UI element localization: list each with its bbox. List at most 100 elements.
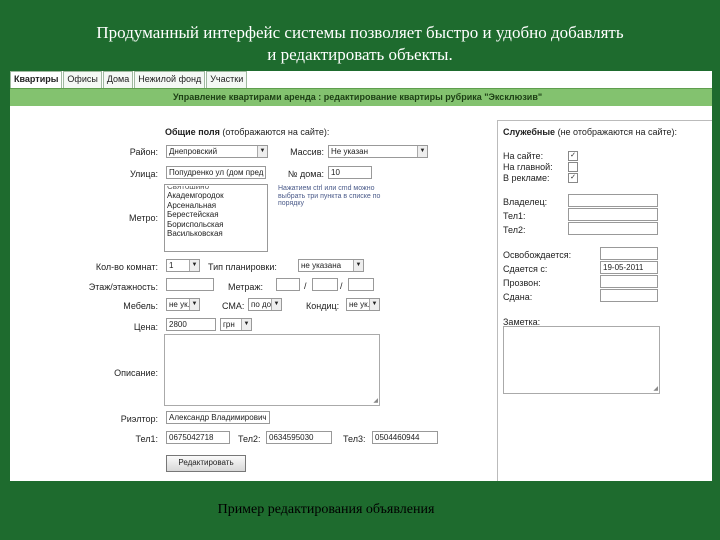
district-label: Район: xyxy=(129,147,158,157)
service-heading: Служебные (не отображаются на сайте): xyxy=(503,127,677,137)
rented-label: Сдана: xyxy=(503,292,533,302)
owner-label: Владелец: xyxy=(503,197,548,207)
area-separator-1: / xyxy=(304,281,307,291)
street-input[interactable]: Попудренко ул (дом пред xyxy=(166,166,266,179)
layout-type-select[interactable]: не указана ▼ xyxy=(298,259,364,272)
common-fields-note: (отображаются на сайте): xyxy=(222,127,330,137)
currency-select[interactable]: грн ▼ xyxy=(220,318,252,331)
description-textarea[interactable]: ◢ xyxy=(164,334,380,406)
floor-input[interactable] xyxy=(166,278,214,291)
owner-tel2-input[interactable] xyxy=(568,222,658,235)
tab-offices[interactable]: Офисы xyxy=(63,71,102,88)
checkmark-icon: ✓ xyxy=(570,174,576,181)
rooms-select[interactable]: 1 ▼ xyxy=(166,259,200,272)
house-number-input[interactable]: 10 xyxy=(328,166,372,179)
layout-type-value: не указана xyxy=(301,261,342,270)
metro-option[interactable]: Васильковская xyxy=(167,229,265,239)
main-page-label: На главной: xyxy=(503,162,553,172)
realtor-label: Риэлтор: xyxy=(120,414,158,424)
currency-value: грн xyxy=(223,320,235,329)
rent-from-label: Сдается с: xyxy=(503,264,548,274)
area-total-input[interactable] xyxy=(276,278,300,291)
tel1-label: Тел1: xyxy=(135,434,158,444)
tel1-input[interactable]: 0675042718 xyxy=(166,431,230,444)
district-select[interactable]: Днепровский ▼ xyxy=(166,145,268,158)
tab-houses[interactable]: Дома xyxy=(102,71,134,88)
ac-value: не ук. xyxy=(349,300,370,309)
on-site-checkbox[interactable]: ✓ xyxy=(568,151,578,161)
rented-input[interactable] xyxy=(600,289,658,302)
tab-commercial[interactable]: Нежилой фонд xyxy=(134,71,206,88)
metro-listbox[interactable]: Святошино Академгородок Арсенальная Бере… xyxy=(164,184,268,252)
slide-title-line1: Продуманный интерфейс системы позволяет … xyxy=(96,23,624,42)
furniture-select[interactable]: не ук. ▼ xyxy=(166,298,200,311)
area-kitchen-input[interactable] xyxy=(348,278,374,291)
chevron-down-icon: ▼ xyxy=(271,299,281,310)
tel3-input[interactable]: 0504460944 xyxy=(372,431,438,444)
rent-from-input[interactable]: 19-05-2011 xyxy=(600,261,658,274)
metro-option[interactable]: Арсенальная xyxy=(167,201,265,211)
tel3-label: Тел3: xyxy=(343,434,366,444)
checkmark-icon: ✓ xyxy=(570,152,576,159)
call-label: Прозвон: xyxy=(503,278,541,288)
slide-title: Продуманный интерфейс системы позволяет … xyxy=(0,22,720,66)
tel2-input[interactable]: 0634595030 xyxy=(266,431,332,444)
tab-land[interactable]: Участки xyxy=(206,71,248,88)
floor-label: Этаж/этажность: xyxy=(88,282,158,292)
chevron-down-icon: ▼ xyxy=(189,299,199,310)
chevron-down-icon: ▼ xyxy=(257,146,267,157)
owner-tel1-label: Тел1: xyxy=(503,211,526,221)
realtor-input[interactable]: Александр Владимирович xyxy=(166,411,270,424)
screenshot-window: Квартиры Офисы Дома Нежилой фонд Участки… xyxy=(10,71,712,481)
service-note: (не отображаются на сайте): xyxy=(557,127,678,137)
massif-select[interactable]: Не указан ▼ xyxy=(328,145,428,158)
chevron-down-icon: ▼ xyxy=(189,260,199,271)
ac-select[interactable]: не ук. ▼ xyxy=(346,298,380,311)
street-label: Улица: xyxy=(129,169,158,179)
chevron-down-icon: ▼ xyxy=(241,319,251,330)
price-label: Цена: xyxy=(133,322,158,332)
resize-grip-icon[interactable]: ◢ xyxy=(653,385,658,392)
chevron-down-icon: ▼ xyxy=(353,260,363,271)
ac-label: Кондиц: xyxy=(306,301,340,311)
chevron-down-icon: ▼ xyxy=(417,146,427,157)
rooms-label: Кол-во комнат: xyxy=(95,262,158,272)
resize-grip-icon[interactable]: ◢ xyxy=(373,397,378,404)
house-number-label: № дома: xyxy=(287,169,324,179)
washing-machine-select[interactable]: по дог ▼ xyxy=(248,298,282,311)
furniture-value: не ук. xyxy=(169,300,190,309)
free-from-label: Освобождается: xyxy=(503,250,572,260)
area-living-input[interactable] xyxy=(312,278,338,291)
district-value: Днепровский xyxy=(169,147,218,156)
slide-title-line2: и редактировать объекты. xyxy=(267,45,453,64)
common-fields-heading: Общие поля (отображаются на сайте): xyxy=(165,127,329,137)
metro-option[interactable]: Бориспольская xyxy=(167,220,265,230)
metro-hint: Нажатием ctrl или cmd можно выбрать три … xyxy=(278,185,381,207)
ads-checkbox[interactable]: ✓ xyxy=(568,173,578,183)
metro-label: Метро: xyxy=(129,213,158,223)
rooms-value: 1 xyxy=(169,261,174,270)
service-panel: Служебные (не отображаются на сайте): На… xyxy=(497,120,712,481)
free-from-input[interactable] xyxy=(600,247,658,260)
ads-label: В рекламе: xyxy=(503,173,550,183)
slide-caption: Пример редактирования объявления xyxy=(217,502,435,517)
note-textarea[interactable]: ◢ xyxy=(503,326,660,394)
price-input[interactable]: 2800 xyxy=(166,318,216,331)
call-input[interactable] xyxy=(600,275,658,288)
metro-option[interactable]: Берестейская xyxy=(167,210,265,220)
furniture-label: Мебель: xyxy=(123,301,158,311)
owner-tel1-input[interactable] xyxy=(568,208,658,221)
page-header: Управление квартирами аренда : редактиро… xyxy=(10,88,712,106)
massif-label: Массив: xyxy=(290,147,324,157)
description-label: Описание: xyxy=(114,368,158,378)
area-separator-2: / xyxy=(340,281,343,291)
massif-value: Не указан xyxy=(331,147,369,156)
page-title: Управление квартирами аренда : редактиро… xyxy=(173,92,543,102)
metro-option[interactable]: Академгородок xyxy=(167,191,265,201)
washing-machine-label: СМА: xyxy=(222,301,245,311)
edit-submit-button[interactable]: Редактировать xyxy=(166,455,246,472)
tab-apartments[interactable]: Квартиры xyxy=(10,71,63,88)
main-page-checkbox[interactable] xyxy=(568,162,578,172)
service-title: Служебные xyxy=(503,127,556,137)
owner-input[interactable] xyxy=(568,194,658,207)
